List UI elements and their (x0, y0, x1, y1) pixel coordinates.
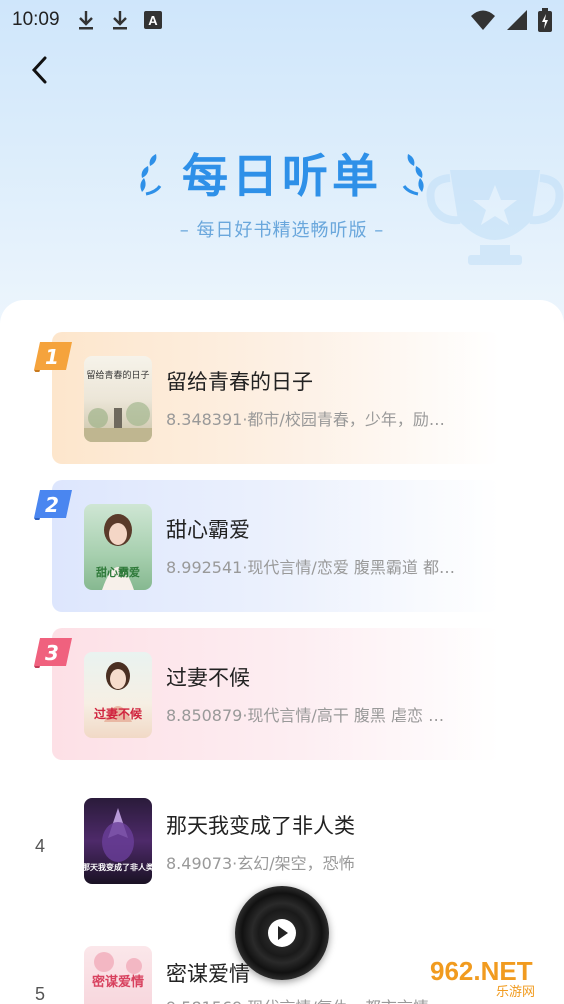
battery-charging-icon (538, 8, 552, 32)
laurel-left-icon (140, 154, 162, 196)
rank-badge-1: 1 (34, 342, 72, 372)
page-title: 每日听单 (182, 149, 382, 203)
svg-text:密谋爱情: 密谋爱情 (91, 974, 144, 990)
svg-text:2: 2 (45, 493, 59, 517)
cover-art: 密谋爱情 (91, 952, 144, 990)
svg-text:A: A (148, 13, 158, 28)
rank-badge-2: 2 (34, 490, 72, 520)
svg-text:1: 1 (45, 345, 59, 369)
book-cover[interactable]: 留给青春的日子 (84, 356, 152, 442)
book-meta: 8.992541·现代言情/恋爱 腹黑霸道 都… (166, 558, 455, 577)
book-meta: 8.850879·现代言情/高干 腹黑 虐恋 … (166, 706, 445, 725)
book-meta: 8.348391·都市/校园青春，少年，励… (166, 410, 445, 429)
rank-number: 4 (34, 836, 45, 856)
signal-icon (507, 10, 527, 30)
chevron-left-icon (31, 56, 47, 84)
status-time: 10:09 (12, 9, 60, 30)
audio-player-button[interactable] (235, 886, 329, 980)
book-cover[interactable]: 那天我变成了非人类 (84, 798, 152, 884)
svg-text:乐游网: 乐游网 (496, 985, 535, 1000)
laurel-right-icon (402, 154, 424, 196)
cover-art: 过妻不候 (94, 662, 143, 722)
rank-number: 5 (34, 984, 45, 1004)
svg-text:962.NET: 962.NET (430, 956, 533, 986)
status-bar: 10:09 A (0, 0, 564, 40)
book-cover[interactable]: 甜心霸爱 (84, 504, 152, 590)
book-cover[interactable]: 过妻不候 (84, 652, 152, 738)
svg-text:那天我变成了非人类: 那天我变成了非人类 (84, 862, 152, 872)
rank-badge-3: 3 (34, 638, 72, 668)
download-icon (112, 11, 127, 30)
svg-text:3: 3 (45, 641, 59, 665)
book-title[interactable]: 甜心霸爱 (166, 514, 250, 544)
title-row: 每日听单 (0, 140, 564, 206)
page-subtitle: – 每日好书精选畅听版 – (179, 220, 385, 241)
book-title[interactable]: 留给青春的日子 (166, 366, 313, 396)
wifi-icon (471, 10, 495, 30)
svg-text:过妻不候: 过妻不候 (94, 706, 143, 721)
book-cover[interactable]: 密谋爱情 (84, 946, 152, 1004)
watermark-logo: 962.NET 乐游网 (424, 952, 560, 1000)
back-button[interactable] (22, 52, 58, 88)
cover-art: 那天我变成了非人类 (84, 808, 152, 872)
book-title[interactable]: 那天我变成了非人类 (166, 810, 355, 840)
player-center (268, 919, 296, 947)
svg-text:甜心霸爱: 甜心霸爱 (96, 565, 140, 579)
svg-text:留给青春的日子: 留给青春的日子 (86, 369, 149, 381)
book-meta: 8.49073·玄幻/架空，恐怖 (166, 854, 355, 873)
header-hero: 10:09 A 每日听单 – 每日好书精选畅听版 – (0, 0, 564, 340)
download-icon (78, 11, 93, 30)
play-icon (278, 926, 288, 940)
cover-art: 甜心霸爱 (96, 514, 140, 590)
book-title[interactable]: 密谋爱情 (166, 958, 250, 988)
font-a-icon: A (143, 11, 162, 29)
book-title[interactable]: 过妻不候 (166, 662, 250, 692)
cover-art: 留给青春的日子 (84, 369, 152, 442)
